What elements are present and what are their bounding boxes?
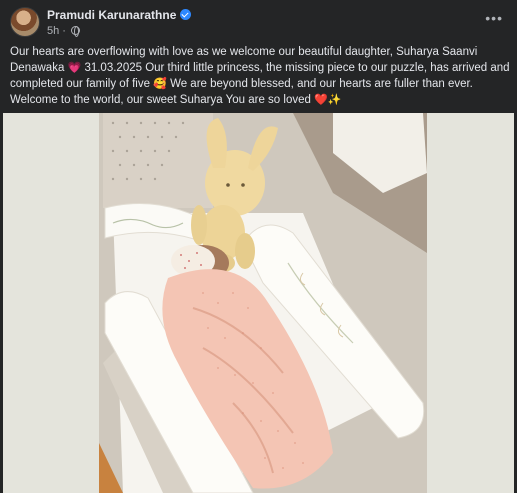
post-header: Pramudi Karunarathne 5h · ••• (10, 7, 507, 39)
sparkles-icon: ✨ (327, 93, 342, 106)
facebook-post: Pramudi Karunarathne 5h · ••• Our hearts… (0, 0, 517, 493)
red-heart-icon: ❤️ (314, 93, 328, 106)
author-name-row: Pramudi Karunarathne (47, 8, 192, 22)
post-meta: 5h · (47, 25, 81, 37)
post-text: Our hearts are overflowing with love as … (10, 44, 510, 108)
pink-heart-icon: 💗 (67, 61, 82, 74)
post-time[interactable]: 5h (47, 25, 59, 37)
author-name[interactable]: Pramudi Karunarathne (47, 8, 176, 22)
author-avatar[interactable] (10, 7, 40, 37)
post-photo[interactable] (3, 113, 514, 493)
more-options-icon[interactable]: ••• (485, 10, 503, 26)
smiling-face-hearts-icon: 🥰 (153, 77, 167, 90)
newborn-photo-illustration (3, 113, 514, 493)
verified-badge-icon (180, 9, 192, 20)
globe-icon[interactable] (71, 26, 81, 37)
